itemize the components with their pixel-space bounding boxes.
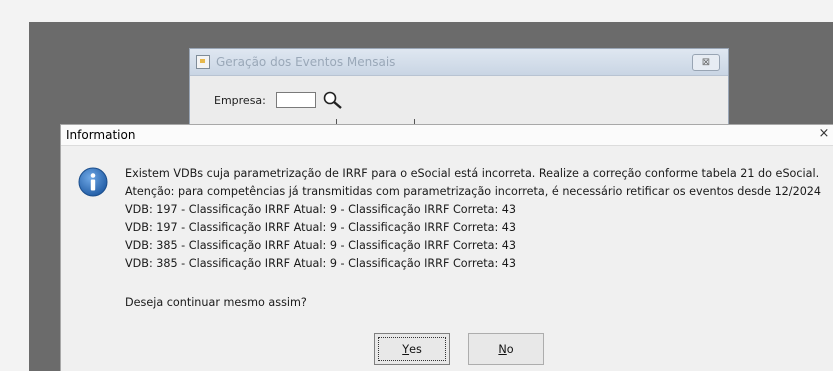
- message-line: VDB: 385 - Classificação IRRF Atual: 9 -…: [125, 257, 517, 270]
- dialog-titlebar: Information ×: [61, 125, 833, 146]
- no-label: o: [506, 342, 514, 356]
- empresa-row: Empresa:: [214, 90, 344, 110]
- close-icon[interactable]: ⊠: [692, 54, 720, 71]
- yes-button[interactable]: Yes: [374, 333, 450, 365]
- dialog-question: Deseja continuar mesmo assim?: [125, 296, 307, 309]
- message-line: VDB: 197 - Classificação IRRF Atual: 9 -…: [125, 221, 517, 234]
- close-icon[interactable]: ×: [817, 126, 831, 141]
- dialog-title: Information: [66, 128, 136, 142]
- message-line: Existem VDBs cuja parametrização de IRRF…: [125, 167, 820, 180]
- background-window-title: Geração dos Eventos Mensais: [216, 55, 396, 69]
- information-dialog: Information × Existem VDBs cuja parametr…: [61, 125, 833, 371]
- message-line: Atenção: para competências já transmitid…: [125, 185, 822, 198]
- empresa-label: Empresa:: [214, 93, 266, 107]
- background-window-titlebar: Geração dos Eventos Mensais ⊠: [190, 49, 728, 76]
- message-line: VDB: 197 - Classificação IRRF Atual: 9 -…: [125, 203, 517, 216]
- dialog-message: Existem VDBs cuja parametrização de IRRF…: [125, 165, 821, 273]
- search-icon[interactable]: [322, 90, 344, 110]
- info-icon: [78, 167, 108, 197]
- app-icon: [196, 55, 210, 69]
- no-button[interactable]: No: [468, 333, 544, 365]
- empresa-input[interactable]: [275, 92, 316, 108]
- focus-rectangle: [378, 337, 446, 361]
- no-mnemonic: N: [498, 342, 507, 356]
- message-line: VDB: 385 - Classificação IRRF Atual: 9 -…: [125, 239, 517, 252]
